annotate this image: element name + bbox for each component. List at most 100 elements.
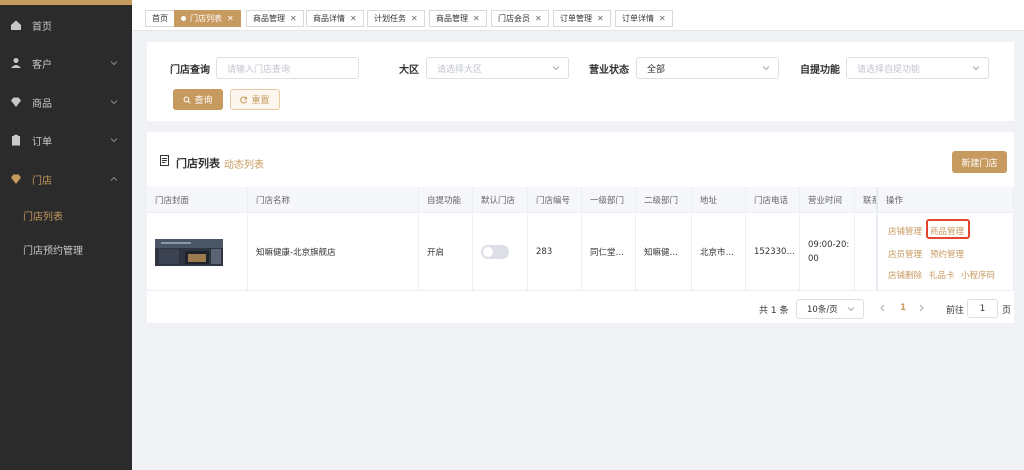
reset-button[interactable]: 重置 — [230, 89, 280, 110]
phone-cell: 152330… — [746, 214, 800, 290]
store-query-input[interactable]: 请输入门店查询 — [216, 57, 359, 79]
page-suffix: 页 — [1002, 306, 1012, 316]
chevron-up-icon — [110, 176, 118, 181]
close-icon[interactable]: ✕ — [473, 14, 480, 23]
home-icon — [11, 20, 21, 30]
close-icon[interactable]: ✕ — [411, 14, 418, 23]
column-header: 二级部门 — [636, 187, 692, 213]
shop-manage-link[interactable]: 店铺管理 — [888, 225, 922, 237]
store-query-label: 门店查询 — [170, 65, 210, 76]
tab-label: 商品管理 — [436, 14, 468, 23]
status-select[interactable]: 全部 — [636, 57, 779, 79]
pickup-select[interactable]: 请选择自提功能 — [846, 57, 989, 79]
store-name-cell: 知嘛健康-北京旗舰店 — [248, 214, 419, 290]
tab-store-list[interactable]: 门店列表 ✕ — [174, 10, 241, 27]
close-icon[interactable]: ✕ — [227, 14, 234, 23]
tab-goods-manage-2[interactable]: 商品管理 ✕ — [429, 10, 487, 27]
sidebar-item-store[interactable]: 门店 — [0, 160, 132, 198]
close-icon[interactable]: ✕ — [659, 14, 666, 23]
dept2-cell: 知嘛健… — [636, 214, 692, 290]
list-subtitle: 动态列表 — [224, 160, 264, 171]
tab-bar: 首页 门店列表 ✕ 商品管理 ✕ 商品详情 ✕ 计划任务 ✕ 商品管理 ✕ 门店会员 ✕ 订… — [132, 0, 1024, 31]
document-icon — [160, 155, 169, 166]
store-cover-cell — [147, 214, 248, 290]
tab-goods-detail[interactable]: 商品详情 ✕ — [306, 10, 364, 27]
tab-label: 商品管理 — [253, 14, 285, 23]
close-icon[interactable]: ✕ — [290, 14, 297, 23]
close-icon[interactable]: ✕ — [350, 14, 357, 23]
column-header: 门店电话 — [746, 187, 800, 213]
sidebar-top-bar — [0, 0, 132, 5]
tab-order-detail[interactable]: 订单详情 ✕ — [615, 10, 673, 27]
chevron-down-icon — [552, 66, 560, 71]
pagination-total: 共 1 条 — [759, 306, 789, 316]
column-header: 门店封面 — [147, 187, 248, 213]
column-header: 门店编号 — [528, 187, 582, 213]
status-value: 全部 — [647, 64, 666, 75]
tab-label: 首页 — [152, 14, 168, 23]
status-label: 营业状态 — [589, 65, 629, 76]
address-cell: 北京市… — [692, 214, 746, 290]
search-button[interactable]: 查询 — [173, 89, 223, 110]
sidebar-subitem-store-booking[interactable]: 门店预约管理 — [0, 231, 132, 267]
region-select[interactable]: 请选择大区 — [426, 57, 569, 79]
sidebar-item-home[interactable]: 首页 — [0, 6, 132, 44]
goto-page-input[interactable]: 1 — [967, 299, 998, 318]
column-header: 自提功能 — [419, 187, 473, 213]
column-header: 门店名称 — [248, 187, 419, 213]
tab-store-member[interactable]: 门店会员 ✕ — [491, 10, 549, 27]
contact-cell — [855, 214, 877, 290]
reset-button-label: 重置 — [251, 96, 270, 106]
page-size-select[interactable]: 10条/页 — [796, 299, 864, 319]
tab-plan-task[interactable]: 计划任务 ✕ — [367, 10, 425, 27]
current-page[interactable]: 1 — [900, 303, 906, 313]
booking-manage-link[interactable]: 预约管理 — [930, 248, 964, 260]
tab-label: 商品详情 — [313, 14, 345, 23]
sidebar: 首页 客户 商品 订单 门店 门店列表 门店预约管理 — [0, 0, 132, 470]
sidebar-item-label: 首页 — [32, 21, 52, 33]
new-store-button[interactable]: 新建门店 — [952, 151, 1007, 173]
chevron-down-icon — [847, 307, 855, 312]
next-page-icon[interactable] — [918, 304, 925, 312]
chevron-down-icon — [972, 66, 980, 71]
close-icon[interactable]: ✕ — [535, 14, 542, 23]
tab-goods-manage[interactable]: 商品管理 ✕ — [246, 10, 304, 27]
pickup-cell: 开启 — [419, 214, 473, 290]
sidebar-item-label: 门店 — [32, 175, 52, 187]
region-placeholder: 请选择大区 — [437, 64, 483, 75]
sidebar-item-order[interactable]: 订单 — [0, 121, 132, 159]
close-icon[interactable]: ✕ — [597, 14, 604, 23]
default-store-toggle[interactable] — [481, 245, 509, 259]
chevron-down-icon — [762, 66, 770, 71]
mini-program-code-link[interactable]: 小程序码 — [961, 269, 995, 281]
prev-page-icon[interactable] — [879, 304, 886, 312]
staff-manage-link[interactable]: 店员管理 — [888, 248, 922, 260]
store-no-cell: 283 — [528, 214, 582, 290]
sidebar-item-label: 客户 — [32, 59, 52, 71]
gift-card-link[interactable]: 礼品卡 — [929, 269, 955, 281]
goto-label: 前往 — [946, 306, 965, 316]
default-store-cell — [473, 214, 528, 290]
region-label: 大区 — [399, 65, 419, 76]
column-header: 操作 — [877, 187, 1014, 213]
shop-delete-link[interactable]: 店铺删除 — [888, 269, 922, 281]
active-dot-icon — [181, 16, 186, 21]
column-header: 默认门店 — [473, 187, 528, 213]
goods-manage-link[interactable]: 商品管理 — [930, 225, 964, 237]
clipboard-icon — [12, 134, 20, 146]
tab-home[interactable]: 首页 — [145, 10, 175, 27]
column-header: 地址 — [692, 187, 746, 213]
sidebar-item-goods[interactable]: 商品 — [0, 83, 132, 121]
diamond-icon — [11, 174, 21, 184]
store-cover-image[interactable] — [155, 238, 223, 266]
chevron-down-icon — [110, 61, 118, 66]
sidebar-item-label: 订单 — [32, 136, 52, 148]
refresh-icon — [240, 96, 248, 103]
column-header: 一级部门 — [582, 187, 636, 213]
tab-order-manage[interactable]: 订单管理 ✕ — [553, 10, 611, 27]
sidebar-subitem-store-list[interactable]: 门店列表 — [0, 197, 132, 233]
search-icon — [183, 96, 192, 104]
tab-label: 订单管理 — [560, 14, 592, 23]
sidebar-item-label: 商品 — [32, 98, 52, 110]
sidebar-item-customer[interactable]: 客户 — [0, 44, 132, 82]
